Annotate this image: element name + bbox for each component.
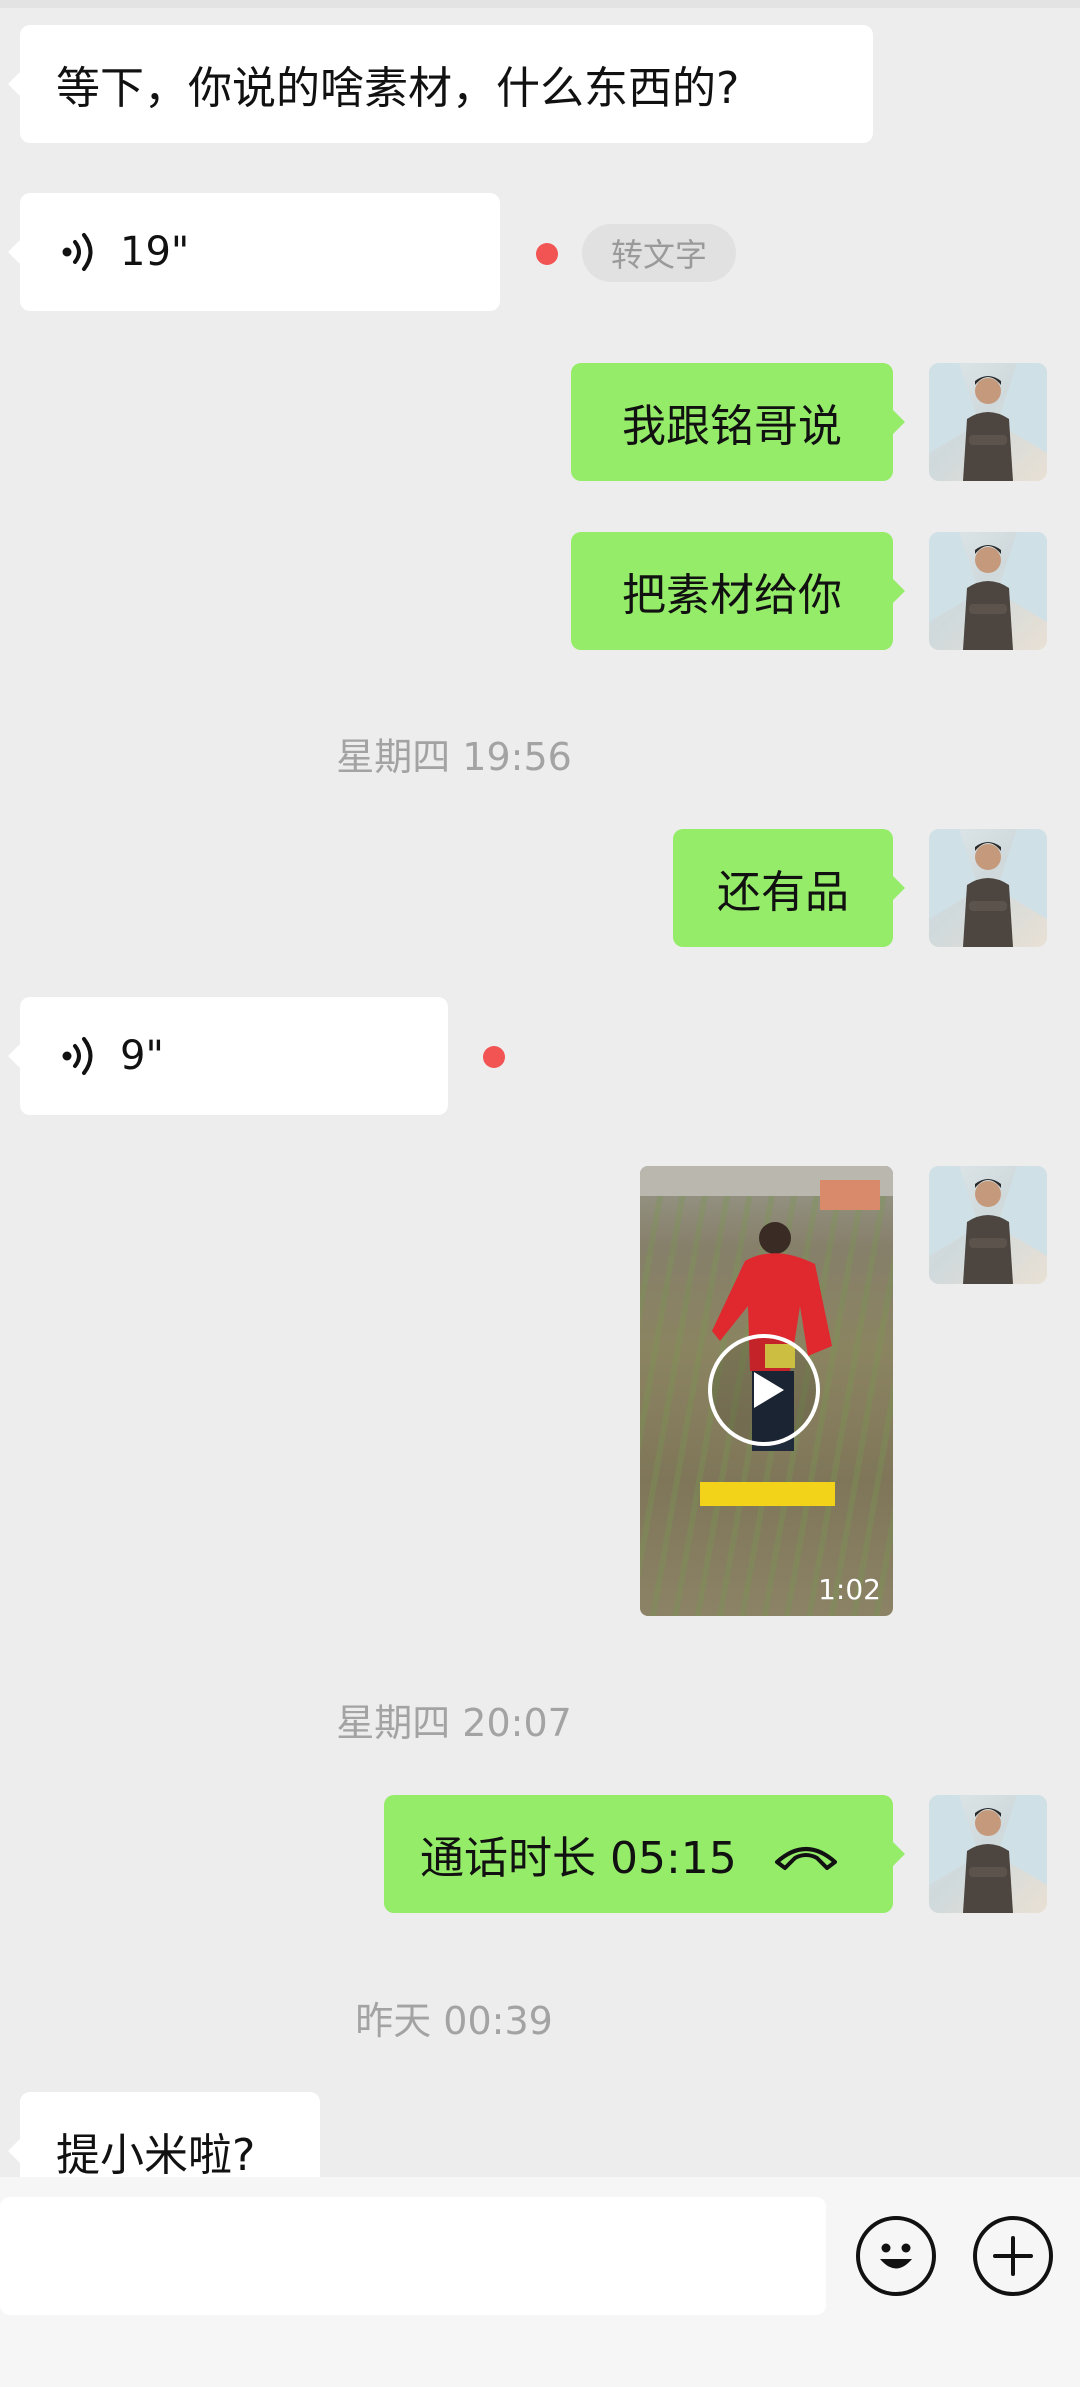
- convert-to-text-button[interactable]: 转文字: [582, 224, 736, 282]
- hang-up-phone-icon: [771, 1834, 841, 1874]
- message-text: 还有品: [717, 867, 849, 918]
- video-message[interactable]: 1:02: [640, 1166, 893, 1616]
- top-divider: [0, 0, 1080, 8]
- video-duration: 1:02: [818, 1573, 881, 1606]
- message-text: 我跟铭哥说: [622, 401, 842, 452]
- convert-to-text-label: 转文字: [610, 236, 707, 274]
- outgoing-message[interactable]: 还有品: [673, 829, 905, 947]
- avatar[interactable]: [929, 1166, 1047, 1284]
- plus-icon: [988, 2231, 1038, 2281]
- voice-duration: 19": [120, 229, 190, 275]
- incoming-voice-message[interactable]: 19": [8, 193, 500, 311]
- message-input[interactable]: [0, 2197, 826, 2315]
- more-button[interactable]: [973, 2216, 1053, 2296]
- voice-wave-icon: [60, 1034, 102, 1078]
- incoming-message[interactable]: 等下，你说的啥素材，什么东西的?: [8, 25, 873, 143]
- unread-dot: [536, 243, 558, 265]
- outgoing-message[interactable]: 把素材给你: [571, 532, 905, 650]
- avatar[interactable]: [929, 829, 1047, 947]
- voice-wave-icon: [60, 230, 102, 274]
- avatar[interactable]: [929, 1795, 1047, 1913]
- avatar[interactable]: [929, 363, 1047, 481]
- avatar[interactable]: [929, 532, 1047, 650]
- emoji-icon: [866, 2226, 926, 2286]
- play-icon[interactable]: [708, 1334, 820, 1446]
- video-caption-banner: [700, 1482, 835, 1506]
- timestamp: 星期四 19:56: [336, 735, 572, 779]
- call-record-message[interactable]: 通话时长 05:15: [384, 1795, 905, 1913]
- message-text: 等下，你说的啥素材，什么东西的?: [56, 63, 740, 114]
- timestamp: 昨天 00:39: [355, 1999, 553, 2043]
- timestamp: 星期四 20:07: [336, 1701, 572, 1745]
- input-bar: [0, 2177, 1080, 2387]
- incoming-voice-message[interactable]: 9": [8, 997, 448, 1115]
- emoji-button[interactable]: [856, 2216, 936, 2296]
- voice-duration: 9": [120, 1033, 164, 1079]
- message-text: 提小米啦?: [56, 2130, 256, 2181]
- call-duration-text: 通话时长 05:15: [420, 1833, 737, 1884]
- outgoing-message[interactable]: 我跟铭哥说: [571, 363, 905, 481]
- message-text: 把素材给你: [622, 570, 842, 621]
- unread-dot: [483, 1046, 505, 1068]
